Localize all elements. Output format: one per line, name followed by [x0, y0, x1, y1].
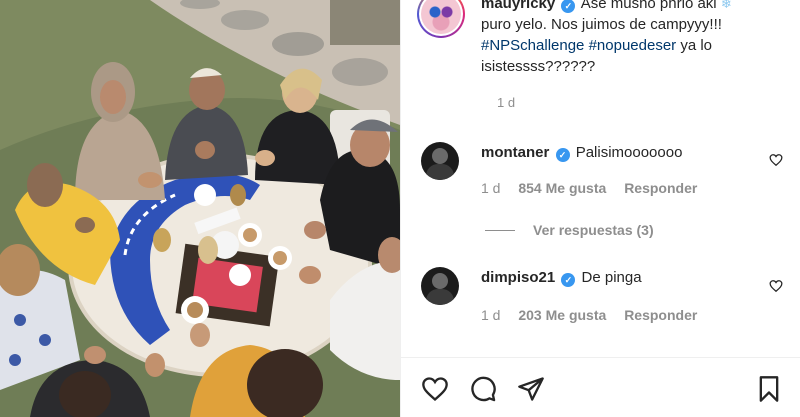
avatar-body — [426, 164, 454, 180]
view-replies-button[interactable]: Ver respuestas (3) — [485, 222, 654, 238]
post-timestamp[interactable]: 1 d — [497, 95, 515, 110]
comment-meta: 1 d 203 Me gusta Responder — [481, 307, 711, 323]
comment-time[interactable]: 1 d — [481, 307, 500, 323]
comment-icon[interactable] — [469, 375, 497, 403]
avatar-head — [432, 273, 448, 289]
comment-heart-icon[interactable] — [769, 279, 783, 293]
comment-text: dimpiso21 ✓ De pinga — [481, 269, 642, 287]
post-photo[interactable] — [0, 0, 400, 417]
verified-badge-icon: ✓ — [555, 148, 570, 162]
comment-likes[interactable]: 854 Me gusta — [518, 180, 606, 196]
comment-likes[interactable]: 203 Me gusta — [518, 307, 606, 323]
commenter-username[interactable]: montaner — [481, 144, 549, 161]
commenter-avatar[interactable] — [421, 267, 459, 305]
snowflake-emoji: ❄ — [720, 0, 732, 11]
post-action-bar — [401, 357, 800, 417]
bookmark-icon[interactable] — [755, 375, 783, 403]
author-avatar[interactable] — [417, 0, 465, 38]
post-sidebar: mauyricky ✓ Ase musho phrio aki ❄ puro y… — [400, 0, 800, 417]
comment-text: montaner ✓ Palisimooooooo — [481, 144, 682, 162]
heart-icon[interactable] — [421, 375, 449, 403]
verified-badge-icon: ✓ — [561, 0, 576, 13]
comment-body: De pinga — [581, 269, 642, 286]
avatar-ring — [419, 0, 463, 36]
commenter-avatar[interactable] — [421, 142, 459, 180]
replies-divider — [485, 230, 515, 231]
post-photo-illustration — [0, 0, 400, 417]
comment-meta: 1 d 854 Me gusta Responder — [481, 180, 711, 196]
paper-plane-icon[interactable] — [517, 375, 545, 403]
reply-button[interactable]: Responder — [624, 180, 697, 196]
caption-text: Ase musho phrio aki — [577, 0, 717, 12]
hashtag-link[interactable]: #nopuedeser — [589, 37, 677, 54]
caption-text-2: puro yelo. Nos juimos de campyyy!!! — [481, 16, 722, 33]
avatar-body — [426, 289, 454, 305]
verified-badge-icon: ✓ — [561, 273, 576, 287]
avatar-image — [421, 0, 461, 34]
reply-button[interactable]: Responder — [624, 307, 697, 323]
commenter-username[interactable]: dimpiso21 — [481, 269, 555, 286]
avatar-head — [432, 148, 448, 164]
author-username[interactable]: mauyricky — [481, 0, 555, 12]
comment-time[interactable]: 1 d — [481, 180, 500, 196]
view-replies-label: Ver respuestas (3) — [533, 222, 654, 238]
post-caption: mauyricky ✓ Ase musho phrio aki ❄ puro y… — [481, 0, 789, 77]
hashtag-link[interactable]: #NPSchallenge — [481, 37, 584, 54]
comment-heart-icon[interactable] — [769, 153, 783, 167]
comment-body: Palisimooooooo — [575, 144, 683, 161]
